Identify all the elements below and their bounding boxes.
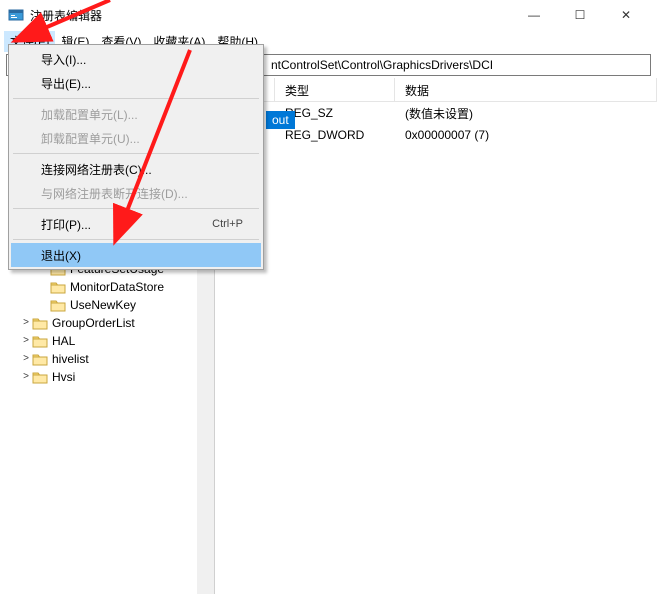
menu-exit[interactable]: 退出(X) — [11, 243, 261, 267]
address-path: ntControlSet\Control\GraphicsDrivers\DCI — [271, 58, 493, 72]
menu-connect-network[interactable]: 连接网络注册表(C)... — [11, 157, 261, 181]
expander-icon[interactable]: > — [20, 332, 32, 350]
folder-icon — [32, 316, 48, 330]
selected-value-chip: out — [266, 111, 295, 129]
tree-node[interactable]: > GroupOrderList — [0, 314, 214, 332]
minimize-button[interactable]: — — [511, 0, 557, 30]
tree-node-label: hivelist — [52, 350, 89, 368]
menu-print[interactable]: 打印(P)... Ctrl+P — [11, 212, 261, 236]
menu-separator — [13, 239, 259, 240]
menu-separator — [13, 153, 259, 154]
maximize-button[interactable]: ☐ — [557, 0, 603, 30]
tree-node[interactable]: > HAL — [0, 332, 214, 350]
expander-icon[interactable]: > — [20, 314, 32, 332]
file-menu-dropdown: 导入(I)... 导出(E)... 加载配置单元(L)... 卸载配置单元(U)… — [8, 44, 264, 270]
tree-node-label: UseNewKey — [70, 296, 136, 314]
tree-node[interactable]: >UseNewKey — [0, 296, 214, 314]
menu-export[interactable]: 导出(E)... — [11, 71, 261, 95]
row-data-cell: (数值未设置) — [395, 105, 657, 122]
tree-node[interactable]: >MonitorDataStore — [0, 278, 214, 296]
list-header: 类型 数据 — [215, 78, 657, 102]
tree-node[interactable]: > hivelist — [0, 350, 214, 368]
folder-icon — [32, 352, 48, 366]
window-controls: — ☐ ✕ — [511, 0, 649, 30]
col-type[interactable]: 类型 — [275, 78, 395, 101]
folder-icon — [50, 298, 66, 312]
list-view: 类型 数据 abREG_SZ(数值未设置)011REG_DWORD0x00000… — [215, 78, 657, 594]
menu-import[interactable]: 导入(I)... — [11, 47, 261, 71]
menu-separator — [13, 98, 259, 99]
menu-separator — [13, 208, 259, 209]
print-shortcut: Ctrl+P — [212, 218, 243, 230]
tree-node-label: GroupOrderList — [52, 314, 135, 332]
row-data-cell: 0x00000007 (7) — [395, 128, 657, 142]
close-button[interactable]: ✕ — [603, 0, 649, 30]
menu-unload-hive: 卸载配置单元(U)... — [11, 126, 261, 150]
col-data[interactable]: 数据 — [395, 78, 657, 101]
row-type-cell: REG_DWORD — [275, 128, 395, 142]
menu-disconnect-network: 与网络注册表断开连接(D)... — [11, 181, 261, 205]
tree-node[interactable]: > Hvsi — [0, 368, 214, 386]
folder-icon — [50, 280, 66, 294]
tree-node-label: HAL — [52, 332, 75, 350]
title-bar: 注册表编辑器 — ☐ ✕ — [0, 0, 657, 30]
folder-icon — [32, 334, 48, 348]
tree-node-label: Hvsi — [52, 368, 75, 386]
expander-icon[interactable]: > — [20, 350, 32, 368]
tree-node-label: MonitorDataStore — [70, 278, 164, 296]
window-title: 注册表编辑器 — [30, 7, 511, 24]
expander-icon[interactable]: > — [20, 368, 32, 386]
app-icon — [8, 7, 24, 23]
folder-icon — [32, 370, 48, 384]
menu-load-hive: 加载配置单元(L)... — [11, 102, 261, 126]
